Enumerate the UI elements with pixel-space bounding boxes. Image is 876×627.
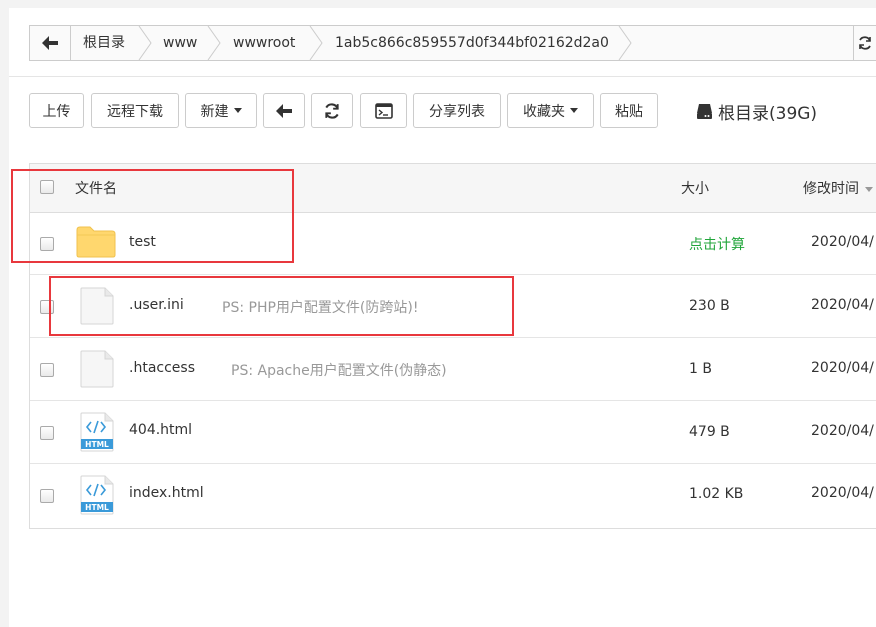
upload-button[interactable]: 上传	[29, 93, 84, 128]
breadcrumb-item-root[interactable]: 根目录	[83, 26, 125, 60]
divider	[9, 76, 876, 77]
breadcrumb-separator	[309, 26, 323, 60]
remote-download-label: 远程下载	[107, 103, 163, 120]
file-name-link[interactable]: index.html	[129, 485, 204, 501]
paste-label: 粘贴	[615, 103, 643, 120]
disk-indicator[interactable]: 根目录(39G)	[696, 98, 817, 124]
breadcrumb: 根目录 www wwwroot 1ab5c866c859557d0f344bf0…	[29, 25, 876, 61]
arrow-left-icon	[276, 103, 292, 118]
breadcrumb-separator	[207, 26, 221, 60]
mtime-cell: 2020/04/	[811, 297, 874, 313]
disk-label: 根目录(39G)	[718, 103, 818, 124]
calc-size-link[interactable]: 点击计算	[689, 234, 745, 254]
new-label: 新建	[200, 103, 229, 120]
html-badge-text: HTML	[85, 503, 109, 512]
upload-label: 上传	[42, 103, 71, 120]
sort-desc-icon	[865, 186, 873, 192]
new-dropdown-button[interactable]: 新建	[185, 93, 257, 128]
refresh-icon	[859, 36, 871, 50]
share-list-button[interactable]: 分享列表	[413, 93, 501, 128]
breadcrumb-separator	[618, 26, 632, 60]
breadcrumb-separator	[138, 26, 152, 60]
breadcrumb-item-site[interactable]: 1ab5c866c859557d0f344bf02162d2a0	[335, 26, 609, 60]
table-row[interactable]: .htaccess PS: Apache用户配置文件(伪静态) 1 B 2020…	[30, 338, 876, 401]
column-header-size[interactable]: 大小	[681, 178, 709, 198]
back-dir-button[interactable]	[263, 93, 305, 128]
mtime-cell: 2020/04/	[811, 234, 874, 250]
terminal-button[interactable]	[360, 93, 407, 128]
mtime-cell: 2020/04/	[811, 360, 874, 376]
mtime-cell: 2020/04/	[811, 485, 874, 501]
remote-download-button[interactable]: 远程下载	[91, 93, 179, 128]
paste-button[interactable]: 粘贴	[600, 93, 658, 128]
row-checkbox[interactable]	[40, 363, 54, 377]
highlight-box	[49, 276, 514, 336]
html-file-icon: HTML	[80, 412, 114, 452]
row-checkbox[interactable]	[40, 426, 54, 440]
column-header-mtime-label: 修改时间	[803, 181, 859, 197]
caret-down-icon	[570, 108, 578, 113]
row-checkbox[interactable]	[40, 489, 54, 503]
favorites-dropdown-button[interactable]: 收藏夹	[507, 93, 594, 128]
table-row[interactable]: HTML index.html 1.02 KB 2020/04/	[30, 464, 876, 526]
back-button[interactable]	[30, 26, 71, 60]
size-cell: 1.02 KB	[689, 486, 744, 502]
mtime-cell: 2020/04/	[811, 423, 874, 439]
terminal-icon	[374, 102, 393, 119]
size-cell: 230 B	[689, 298, 730, 314]
file-note: PS: Apache用户配置文件(伪静态)	[231, 363, 447, 379]
size-cell: 1 B	[689, 361, 712, 377]
file-icon	[80, 350, 114, 388]
column-header-mtime[interactable]: 修改时间	[803, 178, 873, 198]
arrow-left-icon	[42, 36, 58, 50]
highlight-box	[11, 169, 294, 263]
table-row[interactable]: HTML 404.html 479 B 2020/04/	[30, 401, 876, 464]
file-name-link[interactable]: .htaccess	[129, 360, 195, 376]
share-list-label: 分享列表	[429, 103, 485, 120]
refresh-icon	[325, 102, 339, 119]
refresh-path-button[interactable]	[853, 26, 876, 60]
hard-drive-icon	[697, 103, 712, 119]
html-file-icon: HTML	[80, 475, 114, 515]
breadcrumb-item-www[interactable]: www	[163, 26, 197, 60]
html-badge-text: HTML	[85, 440, 109, 449]
caret-down-icon	[233, 108, 242, 113]
size-cell: 479 B	[689, 424, 730, 440]
breadcrumb-item-wwwroot[interactable]: wwwroot	[233, 26, 295, 60]
file-name-link[interactable]: 404.html	[129, 422, 192, 438]
refresh-button[interactable]	[311, 93, 353, 128]
favorites-label: 收藏夹	[523, 103, 565, 120]
